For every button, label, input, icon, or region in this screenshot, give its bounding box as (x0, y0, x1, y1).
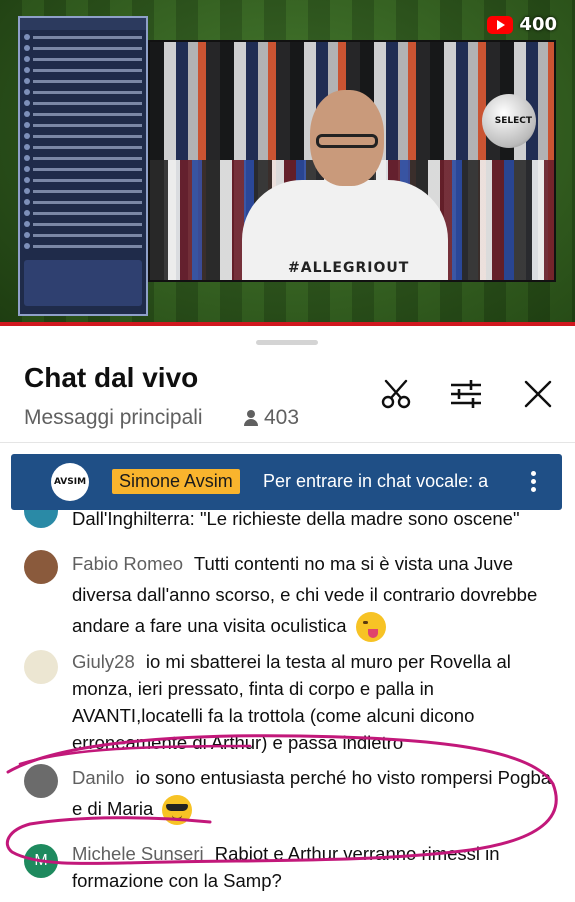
chat-settings-button[interactable] (446, 374, 486, 414)
video-progress-bar[interactable] (0, 322, 575, 326)
sunglasses-emoji-icon (162, 795, 193, 826)
drag-handle[interactable] (256, 340, 318, 345)
shirt-text: #ALLEGRIOUT (288, 260, 410, 276)
winking-tongue-emoji-icon (355, 612, 386, 643)
avatar: AVSIM (51, 463, 89, 501)
avatar: M (24, 844, 58, 878)
live-viewers-badge: 400 (487, 14, 557, 35)
filter-sliders-icon (451, 380, 481, 408)
panel-title: Chat dal vivo (24, 362, 199, 393)
message-text: io mi sbatterei la testa al muro per Rov… (72, 651, 511, 753)
ball-label: SELECT (494, 116, 532, 126)
pinned-message-banner[interactable]: AVSIM Simone Avsim Per entrare in chat v… (11, 454, 562, 510)
live-chat-panel: Chat dal vivo Messaggi principali 403 AV… (0, 326, 575, 897)
close-button[interactable] (518, 374, 558, 414)
embedded-chat-overlay (18, 16, 148, 316)
person-icon (244, 410, 258, 426)
author-name[interactable]: Danilo (72, 767, 124, 788)
streamer-camera: SELECT #ALLEGRIOUT (148, 40, 556, 282)
youtube-logo-icon (487, 15, 514, 34)
clip-button[interactable] (376, 374, 416, 414)
scissors-icon (381, 379, 411, 409)
message-text: Dall'Inghilterra: "Le richieste della ma… (72, 510, 520, 529)
avatar (24, 550, 58, 584)
video-player[interactable]: SELECT #ALLEGRIOUT 400 (0, 0, 575, 326)
message-text: io sono entusiasta perché ho visto rompe… (72, 767, 552, 819)
pinned-author-badge: Simone Avsim (112, 469, 240, 494)
viewer-count-value: 403 (264, 406, 300, 429)
author-name[interactable]: Giuly28 (72, 651, 135, 672)
live-viewers-count: 400 (519, 14, 557, 35)
header-divider (0, 442, 575, 443)
author-name[interactable]: Michele Sunseri (72, 843, 204, 864)
avatar (24, 650, 58, 684)
pinned-message-text: Per entrare in chat vocale: a (263, 471, 489, 491)
avatar (24, 510, 58, 528)
more-options-icon[interactable] (525, 468, 541, 498)
chat-filter-dropdown[interactable]: Messaggi principali (24, 406, 203, 430)
author-name[interactable]: Fabio Romeo (72, 553, 183, 574)
chat-message-list[interactable]: Dall'Inghilterra: "Le richieste della ma… (0, 510, 575, 897)
viewer-count: 403 (244, 406, 299, 430)
avatar (24, 764, 58, 798)
close-icon (524, 380, 552, 408)
